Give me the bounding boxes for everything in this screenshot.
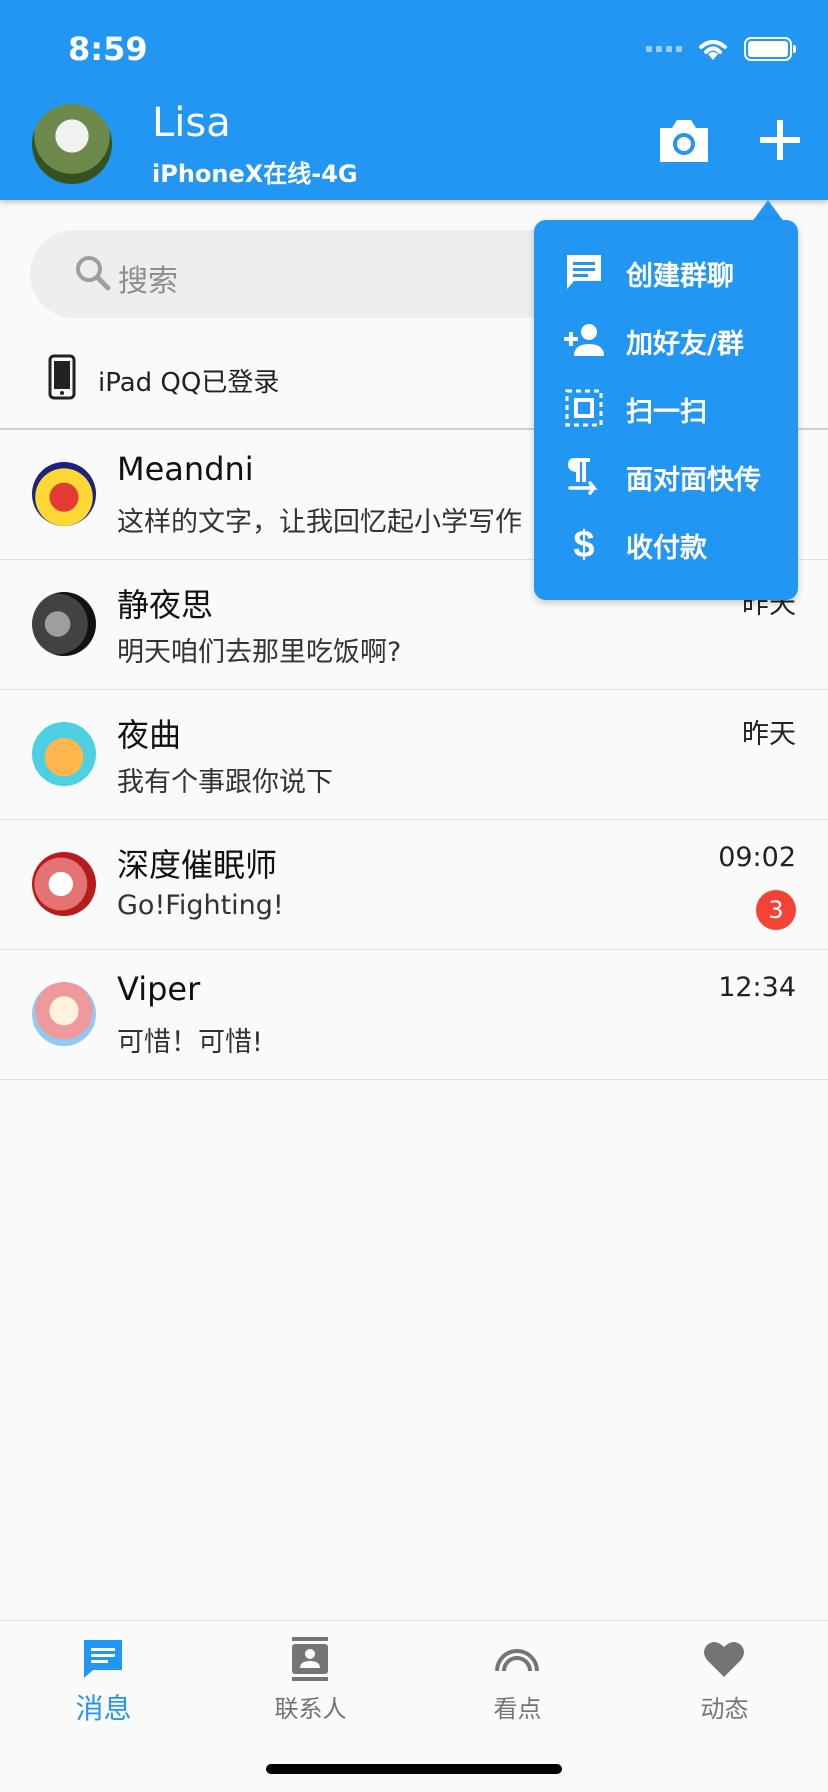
chat-item[interactable]: 深度催眠师 Go!Fighting! 09:02 3 <box>0 820 828 950</box>
chat-time: 昨天 <box>742 719 796 750</box>
nav-label: 联系人 <box>274 1695 347 1723</box>
status-icons <box>646 36 796 62</box>
signal-icon <box>646 46 682 52</box>
chat-item[interactable]: 夜曲 我有个事跟你说下 昨天 <box>0 690 828 820</box>
chat-time: 12:34 <box>718 972 796 1003</box>
nav-contacts[interactable]: 联系人 <box>207 1621 414 1741</box>
chat-name: Viper <box>117 970 201 1008</box>
status-time: 8:59 <box>68 30 148 68</box>
chat-name: Meandni <box>117 450 254 488</box>
menu-label: 加好友/群 <box>626 329 744 360</box>
svg-text:$: $ <box>573 524 594 564</box>
search-input[interactable]: 搜索 <box>118 256 178 300</box>
avatar <box>32 462 96 526</box>
app-header: 8:59 Lisa iPhoneX在线-4G <box>0 0 828 200</box>
menu-item-scan[interactable]: 扫一扫 <box>534 380 798 436</box>
device-login-text[interactable]: iPad QQ已登录 <box>98 362 279 399</box>
chat-name: 静夜思 <box>117 586 214 624</box>
popup-menu: 创建群聊 加好友/群 扫一扫 面对面快传 $ 收付款 <box>534 220 798 600</box>
avatar <box>32 982 96 1046</box>
battery-icon <box>744 37 796 61</box>
nav-label: 消息 <box>75 1692 132 1725</box>
dollar-icon: $ <box>573 524 594 564</box>
chat-message: Go!Fighting! <box>117 890 284 921</box>
menu-item-payment[interactable]: $ 收付款 <box>534 516 798 572</box>
menu-item-face-transfer[interactable]: 面对面快传 <box>534 448 798 504</box>
chat-message: 这样的文字，让我回忆起小学写作 <box>117 507 522 538</box>
user-name: Lisa <box>152 100 231 146</box>
user-avatar[interactable] <box>32 104 112 184</box>
avatar <box>32 852 96 916</box>
chat-message: 可惜！可惜! <box>117 1027 263 1058</box>
chat-message: 明天咱们去那里吃饭啊? <box>117 637 402 668</box>
popup-arrow <box>752 200 784 222</box>
face-transfer-icon <box>568 458 598 495</box>
menu-item-add-friend[interactable]: 加好友/群 <box>534 312 798 368</box>
chat-time: 09:02 <box>718 842 796 873</box>
scan-icon <box>565 389 603 427</box>
rainbow-icon <box>495 1649 539 1672</box>
chat-message: 我有个事跟你说下 <box>117 767 333 798</box>
add-person-icon <box>564 324 604 356</box>
avatar <box>32 592 96 656</box>
nav-label: 看点 <box>493 1695 542 1723</box>
chat-icon <box>567 255 601 289</box>
camera-icon[interactable] <box>656 116 712 166</box>
avatar <box>32 722 96 786</box>
menu-label: 创建群聊 <box>626 261 734 292</box>
chat-name: 夜曲 <box>117 716 182 754</box>
phone-icon <box>48 354 76 400</box>
unread-badge: 3 <box>756 890 796 930</box>
contacts-icon <box>292 1637 328 1681</box>
menu-label: 收付款 <box>626 533 707 564</box>
nav-discover[interactable]: 看点 <box>414 1621 621 1741</box>
wifi-icon <box>699 40 727 60</box>
menu-label: 面对面快传 <box>626 465 761 496</box>
home-indicator <box>266 1764 562 1774</box>
menu-item-create-group[interactable]: 创建群聊 <box>534 244 798 300</box>
search-icon <box>76 256 111 291</box>
nav-moments[interactable]: 动态 <box>621 1621 828 1741</box>
heart-icon <box>704 1641 744 1677</box>
message-icon <box>84 1640 122 1678</box>
user-status: iPhoneX在线-4G <box>152 160 358 188</box>
chat-name: 深度催眠师 <box>117 846 278 884</box>
nav-label: 动态 <box>700 1695 749 1723</box>
chat-item[interactable]: Viper 可惜！可惜! 12:34 <box>0 950 828 1080</box>
menu-label: 扫一扫 <box>626 397 707 428</box>
nav-messages[interactable]: 消息 <box>0 1621 207 1741</box>
plus-icon[interactable] <box>756 116 804 164</box>
